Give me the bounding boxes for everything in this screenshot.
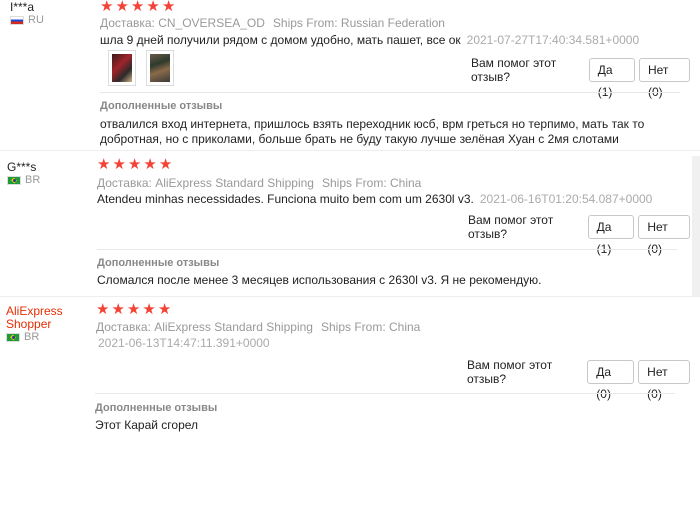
star-icon: ★ — [126, 301, 141, 318]
helpful-no-button[interactable]: Нет (0) — [638, 360, 690, 401]
flag-br-icon — [6, 333, 20, 342]
star-icon: ★ — [146, 0, 160, 15]
helpful-question: Вам помог этот отзыв? — [467, 358, 553, 386]
helpful-yes-button[interactable]: Да (0) — [587, 360, 635, 401]
reviewer-name: Shopper — [6, 317, 52, 331]
delivery-method: Доставка: CN_OVERSEA_OD — [100, 16, 265, 30]
review-body: Atendeu minhas necessidades. Funciona mu… — [97, 192, 474, 206]
star-icon: ★ — [161, 0, 176, 15]
star-icon: ★ — [100, 0, 114, 15]
reviewer-name: G***s — [7, 160, 37, 174]
flag-ru-icon — [10, 16, 24, 25]
additional-review-text: Сломался после менее 3 месяцев использов… — [97, 273, 542, 287]
additional-review-text: отвалился вход интернета, пришлось взять… — [100, 117, 645, 146]
reviewer-country: BR — [7, 174, 40, 187]
star-icon: ★ — [115, 0, 129, 15]
additional-reviews-title: Дополненные отзывы — [95, 402, 218, 414]
helpful-yes-button[interactable]: Да (1) — [588, 58, 635, 99]
reviewer-info: I***a RU — [10, 1, 44, 27]
divider — [100, 92, 680, 93]
additional-reviews-title: Дополненные отзывы — [97, 257, 220, 269]
country-code: BR — [24, 331, 40, 343]
helpful-no-button[interactable]: Нет (0) — [638, 58, 690, 99]
helpful-question: Вам помог этот отзыв? — [471, 56, 557, 84]
helpful-question: Вам помог этот отзыв? — [468, 213, 554, 241]
shipping-info: Доставка: AliExpress Standard Shipping Sh… — [96, 320, 420, 334]
star-icon: ★ — [127, 156, 142, 173]
additional-reviews-title: Дополненные отзывы — [100, 100, 223, 112]
review-text: Atendeu minhas necessidades. Funciona mu… — [97, 192, 652, 206]
star-icon: ★ — [96, 301, 110, 318]
reviewer-info: AliExpress Shopper BR — [6, 305, 63, 344]
star-rating: ★ ★ ★ ★ ★ — [96, 302, 171, 317]
star-icon: ★ — [142, 301, 156, 318]
star-icon: ★ — [157, 301, 172, 318]
country-code: RU — [28, 14, 44, 26]
star-icon: ★ — [143, 156, 157, 173]
review-photo[interactable] — [108, 50, 136, 86]
review-body: шла 9 дней получили рядом с домом удобно… — [100, 33, 461, 47]
helpful-vote: Вам помог этот отзыв? Да (1) Нет (0) — [468, 213, 690, 256]
star-rating: ★ ★ ★ ★ ★ — [100, 0, 175, 14]
star-icon: ★ — [112, 156, 126, 173]
star-icon: ★ — [130, 0, 145, 15]
delivery-method: Доставка: AliExpress Standard Shipping — [97, 176, 314, 190]
ships-from: Ships From: Russian Federation — [272, 16, 445, 30]
review-timestamp: 2021-06-16T01:20:54.087+0000 — [479, 192, 653, 206]
divider — [97, 249, 677, 250]
star-icon: ★ — [97, 156, 111, 173]
ships-from: Ships From: China — [321, 176, 422, 190]
star-rating: ★ ★ ★ ★ ★ — [97, 157, 172, 172]
shipping-info: Доставка: CN_OVERSEA_OD Ships From: Russi… — [100, 16, 445, 30]
country-code: BR — [25, 174, 41, 186]
reviewer-name: I***a — [10, 0, 35, 14]
ships-from: Ships From: China — [320, 320, 421, 334]
reviewer-info: G***s BR — [7, 161, 40, 187]
review-photo[interactable] — [146, 50, 174, 86]
helpful-yes-button[interactable]: Да (1) — [587, 215, 635, 256]
review-separator — [0, 296, 700, 297]
helpful-vote: Вам помог этот отзыв? Да (0) Нет (0) — [467, 358, 690, 401]
scrollbar[interactable] — [692, 156, 700, 296]
review-text: шла 9 дней получили рядом с домом удобно… — [100, 33, 639, 47]
review-timestamp: 2021-06-13T14:47:11.391+0000 — [98, 336, 270, 350]
star-icon: ★ — [111, 301, 125, 318]
reviewer-country: RU — [10, 14, 44, 27]
flag-br-icon — [7, 176, 21, 185]
shipping-info: Доставка: AliExpress Standard Shipping Sh… — [97, 176, 421, 190]
additional-review-text: Этот Карай сгорел — [95, 418, 199, 432]
delivery-method: Доставка: AliExpress Standard Shipping — [96, 320, 313, 334]
reviewer-country: BR — [6, 331, 63, 344]
review-timestamp: 2021-07-27T17:40:34.581+0000 — [466, 33, 640, 47]
star-icon: ★ — [158, 156, 173, 173]
divider — [95, 393, 675, 394]
review-separator — [0, 150, 700, 151]
helpful-vote: Вам помог этот отзыв? Да (1) Нет (0) — [471, 56, 690, 99]
helpful-no-button[interactable]: Нет (0) — [638, 215, 690, 256]
